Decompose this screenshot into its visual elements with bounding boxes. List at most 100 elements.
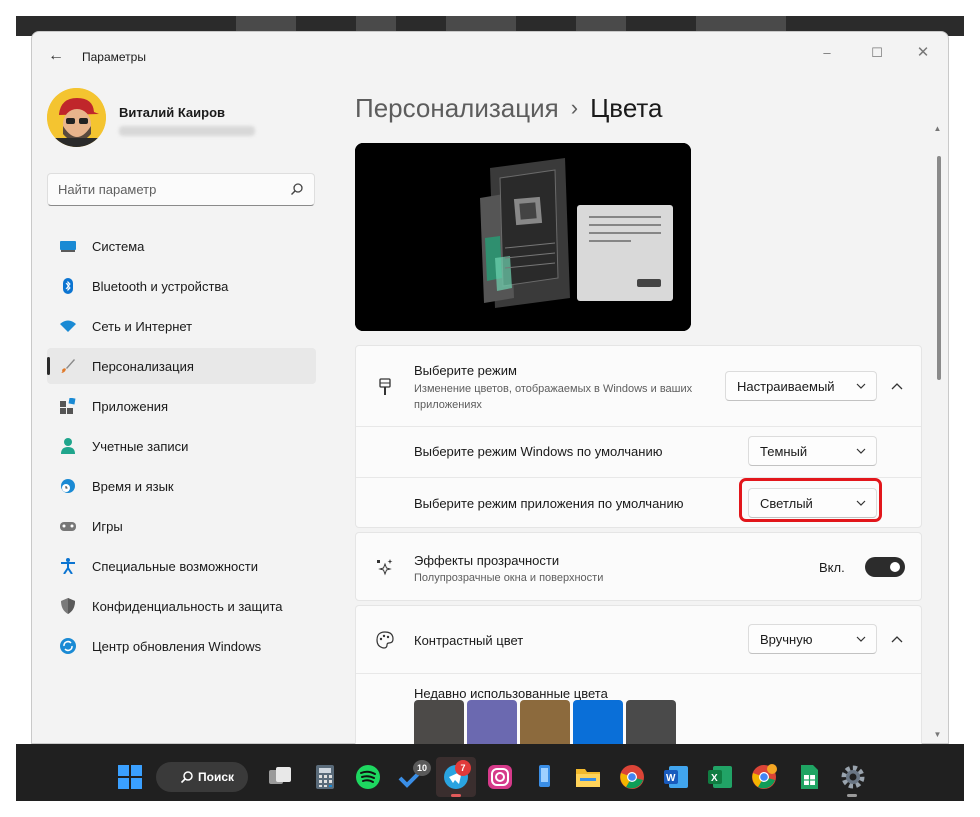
palette-icon <box>376 631 394 649</box>
svg-text:X: X <box>711 773 718 784</box>
taskbar-search-label: Поиск <box>198 770 235 784</box>
phone-link-icon[interactable] <box>531 764 557 790</box>
recent-color-swatch[interactable] <box>573 700 623 744</box>
sidebar-item-label: Центр обновления Windows <box>92 639 262 654</box>
chevron-down-icon <box>856 383 866 389</box>
mode-description: Изменение цветов, отображаемых в Windows… <box>414 383 693 411</box>
sidebar-item-gaming[interactable]: Игры <box>47 508 316 544</box>
recent-color-swatch[interactable] <box>467 700 517 744</box>
sidebar-item-accounts[interactable]: Учетные записи <box>47 428 316 464</box>
mode-row[interactable]: Выберите режим Изменение цветов, отображ… <box>356 346 921 426</box>
task-view-icon[interactable] <box>267 764 293 790</box>
page-title: Цвета <box>590 93 663 123</box>
app-mode-label: Выберите режим приложения по умолчанию <box>414 496 684 511</box>
sidebar-item-windows-update[interactable]: Центр обновления Windows <box>47 628 316 664</box>
file-explorer-icon[interactable] <box>575 764 601 790</box>
sidebar-item-label: Специальные возможности <box>92 559 258 574</box>
sidebar-item-network[interactable]: Сеть и Интернет <box>47 308 316 344</box>
sidebar-item-label: Система <box>92 239 145 254</box>
windows-mode-row: Выберите режим Windows по умолчанию Темн… <box>356 426 921 477</box>
search-icon[interactable] <box>290 182 304 196</box>
sidebar-item-apps[interactable]: Приложения <box>47 388 316 424</box>
paint-brush-icon <box>379 378 391 395</box>
sheets-icon[interactable] <box>796 764 822 790</box>
update-icon <box>60 638 76 654</box>
maximize-button[interactable]: ☐ <box>854 38 900 68</box>
transparency-description: Полупрозрачные окна и поверхности <box>414 572 604 584</box>
accent-dropdown-value: Вручную <box>760 632 813 647</box>
app-title: Параметры <box>82 50 146 64</box>
chevron-up-icon[interactable] <box>890 632 904 646</box>
avatar[interactable] <box>47 88 106 147</box>
transparency-state-label: Вкл. <box>819 560 845 575</box>
sparkle-icon <box>377 559 393 576</box>
search-icon <box>180 771 193 784</box>
monitor-icon <box>60 241 76 252</box>
sidebar-item-privacy[interactable]: Конфиденциальность и защита <box>47 588 316 624</box>
sidebar-nav: Система Bluetooth и устройства Сеть и Ин… <box>47 228 316 668</box>
running-indicator <box>847 794 857 797</box>
scroll-up-arrow-icon[interactable]: ▲ <box>933 124 942 133</box>
sidebar-item-time-language[interactable]: Время и язык <box>47 468 316 504</box>
instagram-icon[interactable] <box>487 764 513 790</box>
sidebar-item-label: Игры <box>92 519 123 534</box>
sidebar-item-bluetooth[interactable]: Bluetooth и устройства <box>47 268 316 304</box>
spotify-icon[interactable] <box>355 764 381 790</box>
recent-color-swatch[interactable] <box>414 700 464 744</box>
todo-badge: 10 <box>413 760 431 776</box>
sidebar-item-accessibility[interactable]: Специальные возможности <box>47 548 316 584</box>
sidebar-item-label: Персонализация <box>92 359 194 374</box>
highlight-annotation <box>739 478 882 522</box>
wifi-icon <box>60 320 76 332</box>
breadcrumb-parent[interactable]: Персонализация <box>355 93 559 123</box>
recent-color-swatch[interactable] <box>626 700 676 744</box>
settings-search[interactable] <box>47 173 315 206</box>
windows-start-icon[interactable] <box>117 764 143 790</box>
accent-title: Контрастный цвет <box>414 633 524 648</box>
sidebar-item-label: Учетные записи <box>92 439 189 454</box>
mode-dropdown[interactable]: Настраиваемый <box>725 371 877 401</box>
globe-clock-icon <box>61 479 75 493</box>
chrome-canary-icon[interactable] <box>751 764 777 790</box>
transparency-toggle[interactable] <box>865 557 905 577</box>
windows-mode-dropdown[interactable]: Темный <box>748 436 877 466</box>
recent-colors-label: Недавно использованные цвета <box>414 686 608 701</box>
back-arrow-icon[interactable]: ← <box>46 46 66 66</box>
telegram-badge: 7 <box>455 760 471 776</box>
windows-mode-label: Выберите режим Windows по умолчанию <box>414 444 663 459</box>
excel-icon[interactable]: X <box>707 764 733 790</box>
recent-color-swatch[interactable] <box>520 700 570 744</box>
breadcrumb: Персонализация › Цвета <box>355 93 663 124</box>
divider <box>356 673 921 674</box>
accent-dropdown[interactable]: Вручную <box>748 624 877 654</box>
search-input[interactable] <box>58 174 278 205</box>
active-indicator <box>451 794 461 797</box>
profile-name: Виталий Каиров <box>119 105 226 120</box>
sidebar-item-label: Сеть и Интернет <box>92 319 193 334</box>
apps-icon <box>60 398 76 414</box>
chevron-down-icon <box>856 448 866 454</box>
title-bar: ← Параметры – ☐ ✕ <box>32 32 948 80</box>
shield-icon <box>61 598 75 614</box>
chevron-down-icon <box>856 636 866 642</box>
bluetooth-icon <box>63 278 73 294</box>
breadcrumb-separator: › <box>570 95 579 120</box>
gamepad-icon <box>60 522 76 531</box>
brush-icon <box>61 359 75 373</box>
calculator-icon[interactable] <box>312 764 338 790</box>
sidebar-item-system[interactable]: Система <box>47 228 316 264</box>
chrome-icon[interactable] <box>619 764 645 790</box>
minimize-button[interactable]: – <box>804 38 850 68</box>
close-button[interactable]: ✕ <box>900 38 946 68</box>
svg-text:W: W <box>666 773 676 784</box>
sidebar-item-label: Время и язык <box>92 479 174 494</box>
mode-dropdown-value: Настраиваемый <box>737 379 835 394</box>
chevron-up-icon[interactable] <box>890 379 904 393</box>
scroll-down-arrow-icon[interactable]: ▼ <box>933 730 942 739</box>
word-icon[interactable]: W <box>663 764 689 790</box>
theme-preview-image <box>355 143 691 331</box>
sidebar-item-personalization[interactable]: Персонализация <box>47 348 316 384</box>
sidebar-item-label: Bluetooth и устройства <box>92 279 229 294</box>
settings-gear-icon[interactable] <box>840 764 866 790</box>
scrollbar-thumb[interactable] <box>937 156 941 380</box>
